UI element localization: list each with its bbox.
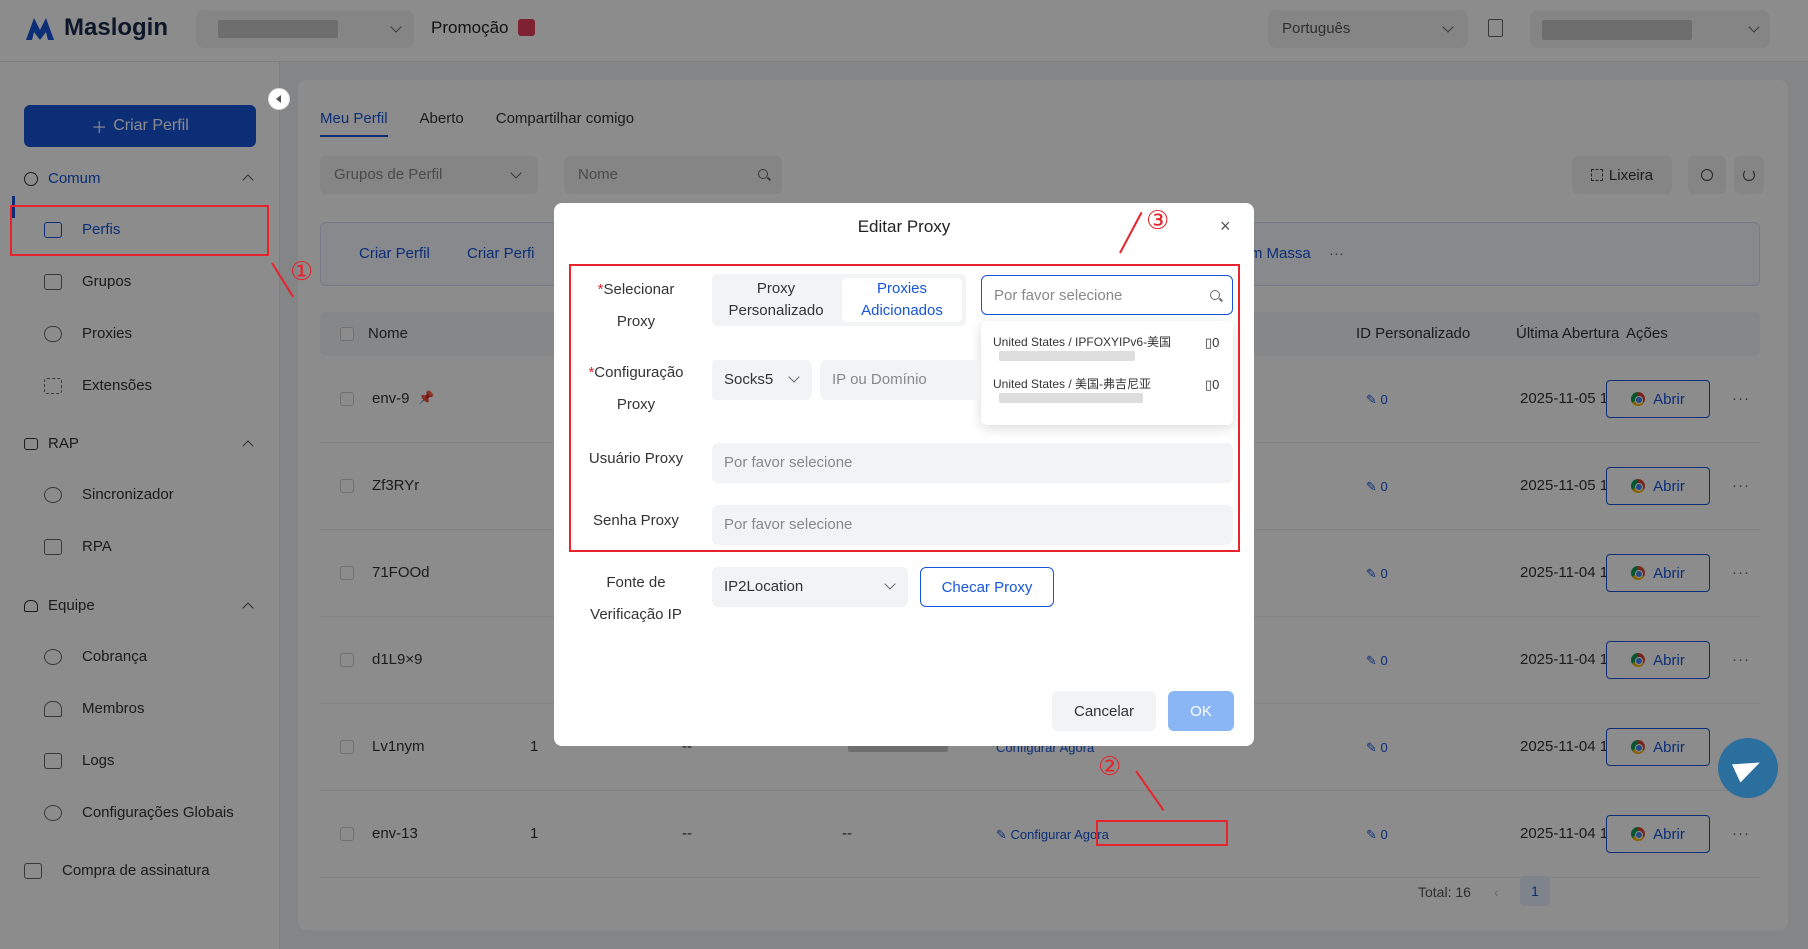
check-proxy-button[interactable]: Checar Proxy — [920, 567, 1054, 607]
annotation-3: ③ — [1146, 206, 1170, 236]
annotation-2: ② — [1098, 752, 1122, 782]
ip-source-select[interactable]: IP2Location — [712, 567, 908, 607]
chevron-down-icon — [884, 578, 896, 590]
label-line: Verificação IP — [590, 606, 682, 623]
close-icon[interactable]: × — [1220, 216, 1231, 237]
annotation-box-perfis — [10, 205, 269, 256]
cancel-button[interactable]: Cancelar — [1052, 691, 1156, 731]
annotation-1: ① — [290, 257, 314, 287]
annotation-box-proxy-form — [569, 264, 1240, 552]
ip-source-value: IP2Location — [724, 578, 804, 595]
ok-button[interactable]: OK — [1168, 691, 1234, 731]
ip-source-label: Fonte de Verificação IP — [566, 567, 706, 631]
annotation-box-configure — [1096, 820, 1228, 846]
label-line: Fonte de — [606, 574, 666, 591]
collapse-sidebar-button[interactable] — [268, 88, 290, 110]
telegram-support-icon[interactable] — [1718, 738, 1778, 798]
